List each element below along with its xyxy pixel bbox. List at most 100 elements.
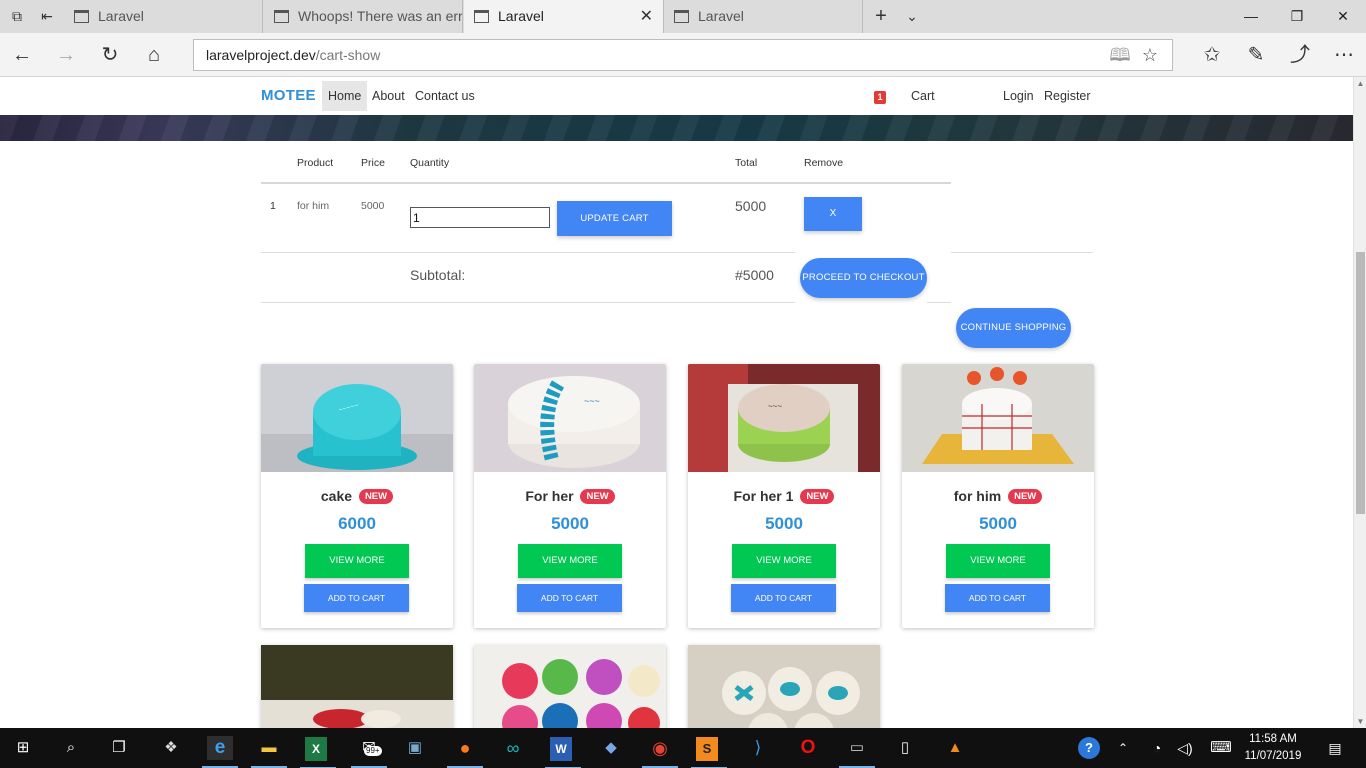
browser-toolbar: ← → ↻ ⌂ laravelproject.dev/cart-show 🕮 ☆… — [0, 33, 1366, 77]
column-header-product: Product — [297, 157, 334, 169]
product-title: For her 1 NEW — [688, 488, 880, 504]
add-to-cart-button[interactable]: ADD TO CART — [731, 584, 836, 612]
browser-tab-active[interactable]: Laravel ✕ — [464, 0, 664, 33]
product-card — [474, 645, 666, 728]
update-cart-button[interactable]: UPDATE CART — [557, 201, 672, 236]
row-index: 1 — [270, 200, 276, 212]
restore-icon[interactable]: ❐ — [1274, 0, 1320, 33]
tab-preview-chevron-icon[interactable]: ⌄ — [903, 8, 921, 24]
new-tab-icon[interactable]: + — [872, 6, 890, 26]
firefox-icon[interactable]: ● — [447, 736, 483, 768]
system-clock[interactable]: 11:58 AM 11/07/2019 — [1240, 731, 1306, 765]
vlc-icon[interactable]: ▲ — [942, 736, 968, 760]
product-image[interactable] — [261, 645, 453, 728]
close-tab-icon[interactable]: ✕ — [640, 0, 653, 33]
page-icon — [274, 10, 289, 23]
phpstorm-icon[interactable]: ◆ — [598, 736, 624, 760]
keyboard-icon[interactable]: ⌨ — [1208, 736, 1234, 760]
more-menu-icon[interactable]: ⋯ — [1330, 41, 1358, 69]
tab-title: Laravel — [498, 8, 544, 24]
dropbox-icon[interactable]: ❖ — [158, 736, 184, 760]
url-text: laravelproject.dev/cart-show — [206, 47, 381, 63]
opera-icon[interactable]: O — [795, 736, 821, 760]
reading-view-icon[interactable]: 🕮 — [1108, 44, 1132, 66]
site-navbar: MOTEE Home About Contact us 1 Cart Login… — [0, 77, 1353, 115]
mail-icon[interactable]: ✉99+ — [351, 736, 387, 768]
favorites-list-icon[interactable]: ✩ — [1198, 41, 1226, 69]
nav-cart[interactable]: Cart — [905, 77, 941, 115]
minimize-icon[interactable]: — — [1228, 0, 1274, 33]
add-to-cart-button[interactable]: ADD TO CART — [304, 584, 409, 612]
table-divider — [261, 182, 951, 184]
store-icon[interactable]: ▣ — [402, 736, 428, 760]
show-hidden-icons-icon[interactable]: ⌃ — [1110, 736, 1136, 760]
task-view-icon[interactable]: ❐ — [106, 736, 132, 760]
refresh-icon[interactable]: ↻ — [96, 41, 124, 69]
web-note-pen-icon[interactable]: ✎ — [1242, 41, 1270, 69]
arduino-icon[interactable]: ∞ — [500, 736, 526, 760]
view-more-button[interactable]: VIEW MORE — [518, 544, 622, 578]
nav-register[interactable]: Register — [1038, 77, 1097, 115]
scrollbar-thumb[interactable] — [1356, 252, 1365, 514]
view-more-button[interactable]: VIEW MORE — [305, 544, 409, 578]
home-icon[interactable]: ⌂ — [140, 41, 168, 69]
close-window-icon[interactable]: ✕ — [1320, 0, 1366, 33]
word-icon[interactable]: W — [545, 737, 581, 768]
product-title: for him NEW — [902, 488, 1094, 504]
help-icon[interactable]: ? — [1078, 737, 1100, 759]
column-header-price: Price — [361, 157, 385, 169]
quantity-input[interactable] — [410, 207, 550, 228]
nav-about[interactable]: About — [366, 77, 411, 115]
add-to-cart-button[interactable]: ADD TO CART — [517, 584, 622, 612]
browser-tab[interactable]: Whoops! There was an erro — [264, 0, 463, 33]
vscode-icon[interactable]: ⟩ — [745, 736, 771, 760]
view-more-button[interactable]: VIEW MORE — [732, 544, 836, 578]
column-header-quantity: Quantity — [410, 157, 450, 169]
address-bar[interactable]: laravelproject.dev/cart-show 🕮 ☆ — [193, 39, 1173, 71]
product-image[interactable]: ~~~ — [688, 364, 880, 472]
forward-icon[interactable]: → — [52, 41, 80, 69]
edge-browser-icon[interactable]: e — [202, 736, 238, 768]
back-icon[interactable]: ← — [8, 41, 36, 69]
page-scrollbar[interactable]: ▲ ▼ — [1353, 77, 1366, 728]
search-icon[interactable]: ⌕ — [58, 736, 84, 760]
nav-contact[interactable]: Contact us — [409, 77, 481, 115]
cart-count-badge[interactable]: 1 — [874, 91, 886, 104]
new-badge: NEW — [1008, 489, 1043, 504]
scroll-down-icon[interactable]: ▼ — [1354, 717, 1366, 726]
site-brand[interactable]: MOTEE — [261, 87, 316, 104]
product-image[interactable] — [688, 645, 880, 728]
terminal-icon[interactable]: ▭ — [839, 736, 875, 768]
browser-tab[interactable]: Laravel — [664, 0, 863, 33]
favorite-star-icon[interactable]: ☆ — [1138, 44, 1162, 66]
file-explorer-icon[interactable]: ▬ — [251, 736, 287, 768]
file-icon[interactable]: ▯ — [892, 736, 918, 760]
excel-icon[interactable]: X — [300, 737, 336, 768]
add-to-cart-button[interactable]: ADD TO CART — [945, 584, 1050, 612]
nav-home[interactable]: Home — [322, 81, 368, 111]
continue-shopping-button[interactable]: CONTINUE SHOPPING — [956, 308, 1071, 348]
windows-start-icon[interactable]: ⊞ — [10, 736, 36, 760]
subtotal-value: #5000 — [735, 267, 774, 283]
product-image[interactable]: ~~~ — [474, 364, 666, 472]
wifi-icon[interactable]: ◔ — [1144, 736, 1170, 760]
scroll-up-icon[interactable]: ▲ — [1354, 79, 1366, 88]
nav-login[interactable]: Login — [997, 77, 1040, 115]
product-image[interactable] — [902, 364, 1094, 472]
tab-title: Whoops! There was an erro — [298, 8, 463, 24]
view-more-button[interactable]: VIEW MORE — [946, 544, 1050, 578]
product-image[interactable] — [474, 645, 666, 728]
product-image[interactable]: ~~~~~ — [261, 364, 453, 472]
set-tabs-aside-icon[interactable]: ⇤ — [38, 8, 56, 24]
browser-tab[interactable]: Laravel — [64, 0, 263, 33]
page-icon — [674, 10, 689, 23]
svg-text:~~~: ~~~ — [768, 402, 782, 411]
action-center-icon[interactable]: ▤ — [1322, 736, 1348, 760]
tab-actions-icon[interactable]: ⧉ — [8, 8, 26, 24]
volume-icon[interactable]: ◁) — [1172, 736, 1198, 760]
chrome-icon[interactable]: ◉ — [642, 736, 678, 768]
proceed-to-checkout-button[interactable]: PROCEED TO CHECKOUT — [800, 258, 927, 298]
sublime-text-icon[interactable]: S — [691, 737, 727, 768]
share-icon[interactable]: ⤴ — [1286, 41, 1314, 69]
remove-item-button[interactable]: X — [804, 197, 862, 231]
